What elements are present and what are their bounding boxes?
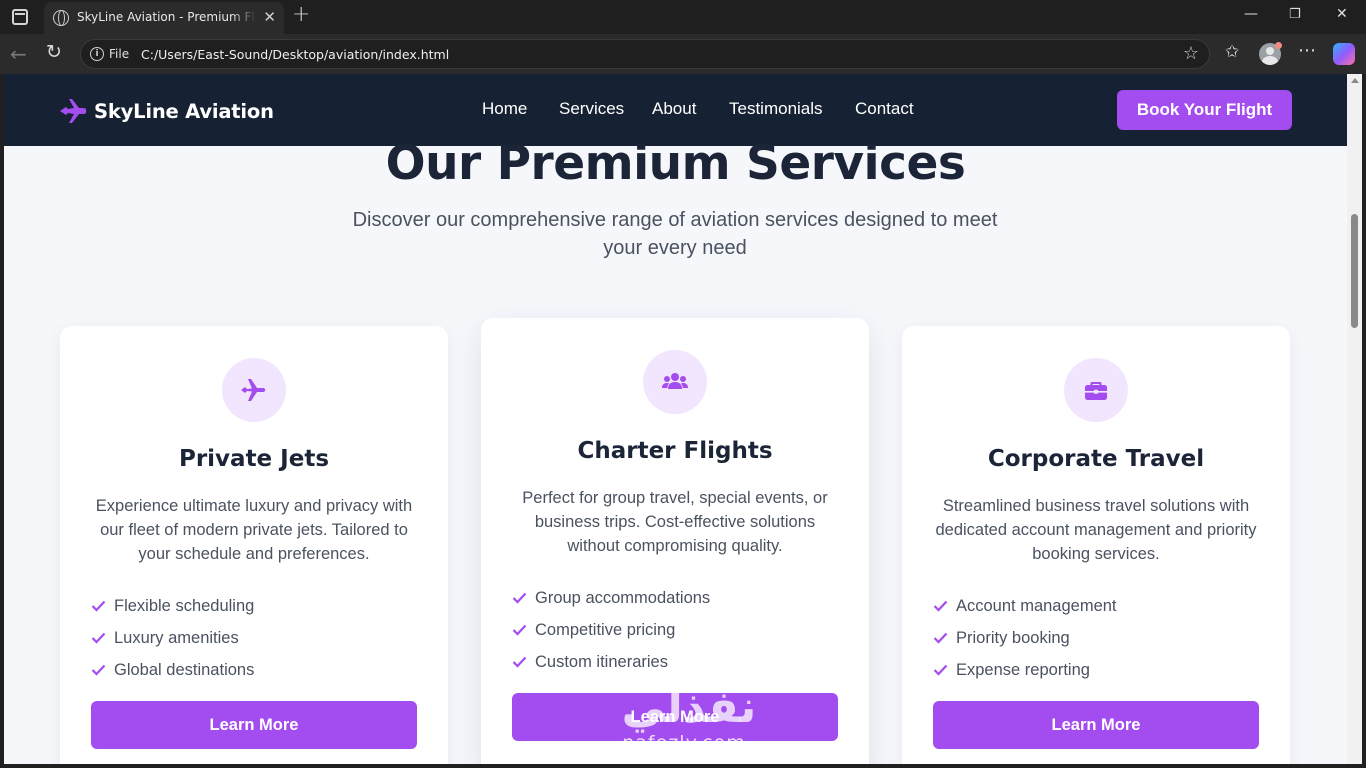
card-description: Streamlined business travel solutions wi… xyxy=(935,497,1257,563)
card-icon-circle xyxy=(643,350,707,414)
feature-item: Expense reporting xyxy=(933,654,1117,686)
check-icon xyxy=(512,592,527,604)
feature-item: Flexible scheduling xyxy=(91,590,254,622)
check-icon xyxy=(512,624,527,636)
profile-badge xyxy=(1275,42,1282,49)
feature-item: Global destinations xyxy=(91,654,254,686)
learn-more-button[interactable]: Learn More xyxy=(91,701,417,749)
scheme-label: File xyxy=(109,47,130,61)
feature-label: Group accommodations xyxy=(535,588,711,607)
feature-label: Flexible scheduling xyxy=(114,596,255,615)
check-icon xyxy=(91,632,106,644)
feature-list: Group accommodations Competitive pricing… xyxy=(512,582,710,678)
brand-name: SkyLine Aviation xyxy=(94,99,274,123)
feature-item: Luxury amenities xyxy=(91,622,254,654)
address-bar-row: ← ↻ i File C:/Users/East-Sound/Desktop/a… xyxy=(0,34,1366,74)
tab-close-icon[interactable]: ✕ xyxy=(263,8,276,26)
plane-icon xyxy=(241,379,266,401)
window-bottom-edge xyxy=(0,764,1366,768)
check-icon xyxy=(512,656,527,668)
learn-more-button[interactable]: Learn More xyxy=(512,693,838,741)
feature-list: Flexible scheduling Luxury amenities Glo… xyxy=(91,590,254,686)
browser-tab-strip: SkyLine Aviation - Premium Flight Servic… xyxy=(0,0,1366,34)
card-icon-circle xyxy=(222,358,286,422)
service-card-corporate-travel: Corporate Travel Streamlined business tr… xyxy=(902,326,1290,764)
learn-more-button[interactable]: Learn More xyxy=(933,701,1259,749)
url-text[interactable]: C:/Users/East-Sound/Desktop/aviation/ind… xyxy=(141,47,449,62)
feature-item: Priority booking xyxy=(933,622,1117,654)
browser-tab[interactable]: SkyLine Aviation - Premium Flight Servic… xyxy=(44,2,284,34)
section-title: Our Premium Services xyxy=(385,136,966,191)
feature-list: Account management Priority booking Expe… xyxy=(933,590,1117,686)
feature-label: Custom itineraries xyxy=(535,652,668,671)
feature-label: Expense reporting xyxy=(956,660,1090,679)
users-icon xyxy=(662,373,688,389)
feature-item: Competitive pricing xyxy=(512,614,710,646)
check-icon xyxy=(91,600,106,612)
feature-item: Account management xyxy=(933,590,1117,622)
nav-contact[interactable]: Contact xyxy=(855,99,914,119)
copilot-icon[interactable] xyxy=(1333,43,1355,65)
feature-item: Custom itineraries xyxy=(512,646,710,678)
briefcase-icon xyxy=(1085,382,1107,400)
feature-label: Luxury amenities xyxy=(114,628,239,647)
close-window-icon[interactable]: ✕ xyxy=(1336,6,1348,22)
nav-testimonials[interactable]: Testimonials xyxy=(729,99,823,119)
brand-logo[interactable]: SkyLine Aviation xyxy=(58,97,274,125)
section-subtitle: Discover our comprehensive range of avia… xyxy=(352,209,998,259)
feature-item: Group accommodations xyxy=(512,582,710,614)
globe-icon xyxy=(53,10,69,26)
card-description: Perfect for group travel, special events… xyxy=(522,489,828,555)
check-icon xyxy=(933,664,948,676)
nav-services[interactable]: Services xyxy=(559,99,624,119)
tab-title: SkyLine Aviation - Premium Flight Servic… xyxy=(77,10,257,24)
reload-icon[interactable]: ↻ xyxy=(46,41,62,63)
page-scrollbar[interactable] xyxy=(1347,74,1362,764)
window-menu-icon[interactable] xyxy=(12,9,28,25)
info-icon[interactable]: i xyxy=(90,47,104,61)
favorites-icon[interactable]: ✩ xyxy=(1225,42,1239,62)
check-icon xyxy=(933,632,948,644)
address-field[interactable]: i File C:/Users/East-Sound/Desktop/aviat… xyxy=(80,39,1210,69)
check-icon xyxy=(933,600,948,612)
page-viewport: SkyLine Aviation Home Services About Tes… xyxy=(4,74,1347,764)
book-flight-button[interactable]: Book Your Flight xyxy=(1117,90,1292,130)
feature-label: Competitive pricing xyxy=(535,620,676,639)
more-icon[interactable]: ⋯ xyxy=(1298,40,1316,61)
star-icon[interactable]: ☆ xyxy=(1183,43,1199,64)
scrollbar-thumb[interactable] xyxy=(1351,214,1358,328)
new-tab-icon[interactable]: + xyxy=(292,4,310,26)
card-title: Corporate Travel xyxy=(987,446,1205,472)
plane-icon xyxy=(60,99,87,123)
card-icon-circle xyxy=(1064,358,1128,422)
nav-home[interactable]: Home xyxy=(482,99,527,119)
restore-icon[interactable]: ❐ xyxy=(1289,7,1301,22)
scroll-up-icon[interactable] xyxy=(1351,78,1359,83)
service-card-charter-flights: Charter Flights Perfect for group travel… xyxy=(481,318,869,764)
feature-label: Account management xyxy=(956,596,1117,615)
service-card-private-jets: Private Jets Experience ultimate luxury … xyxy=(60,326,448,764)
feature-label: Global destinations xyxy=(114,660,255,679)
feature-label: Priority booking xyxy=(956,628,1070,647)
nav-about[interactable]: About xyxy=(652,99,696,119)
card-description: Experience ultimate luxury and privacy w… xyxy=(95,497,413,563)
check-icon xyxy=(91,664,106,676)
minimize-icon[interactable]: — xyxy=(1244,6,1258,22)
card-title: Charter Flights xyxy=(577,438,773,464)
card-title: Private Jets xyxy=(178,446,330,472)
back-icon[interactable]: ← xyxy=(10,42,27,66)
